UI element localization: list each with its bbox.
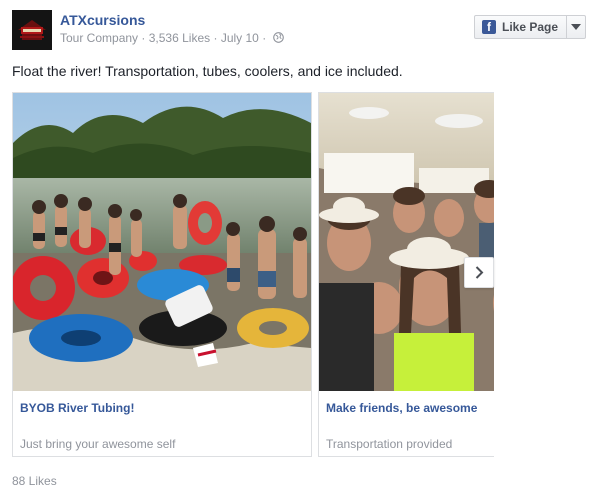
- post-date[interactable]: July 10: [221, 31, 259, 45]
- facebook-post: ATXcursions Tour Company · 3,536 Likes ·…: [0, 0, 594, 492]
- card-subtitle: Transportation provided: [326, 437, 453, 451]
- meta-separator: ·: [213, 31, 218, 45]
- post-meta: Tour Company · 3,536 Likes · July 10 ·: [60, 31, 284, 45]
- like-page-button[interactable]: f Like Page: [475, 16, 567, 38]
- card-title[interactable]: Make friends, be awesome: [326, 401, 477, 415]
- page-name-link[interactable]: ATXcursions: [60, 12, 145, 28]
- meta-separator: ·: [262, 31, 267, 45]
- carousel: BYOB River Tubing! Just bring your aweso…: [12, 92, 494, 458]
- page-likes-count[interactable]: 3,536 Likes: [149, 31, 210, 45]
- page-avatar[interactable]: [12, 10, 52, 50]
- like-page-button-group: f Like Page: [474, 15, 586, 39]
- card-subtitle: Just bring your awesome self: [20, 437, 176, 451]
- party-bus-photo[interactable]: [319, 93, 494, 391]
- page-category[interactable]: Tour Company: [60, 31, 138, 45]
- globe-icon[interactable]: [272, 32, 284, 43]
- post-message: Float the river! Transportation, tubes, …: [12, 63, 403, 79]
- chevron-down-icon: [571, 24, 581, 30]
- chevron-right-icon: [475, 266, 483, 279]
- meta-separator: ·: [141, 31, 146, 45]
- carousel-next-button[interactable]: [464, 257, 494, 288]
- carousel-card[interactable]: BYOB River Tubing! Just bring your aweso…: [12, 92, 312, 457]
- like-page-label: Like Page: [502, 20, 559, 34]
- river-tubing-photo[interactable]: [13, 93, 311, 391]
- post-likes-count[interactable]: 88 Likes: [12, 474, 57, 488]
- like-options-dropdown[interactable]: [567, 16, 585, 38]
- card-title[interactable]: BYOB River Tubing!: [20, 401, 134, 415]
- facebook-f-icon: f: [482, 20, 496, 34]
